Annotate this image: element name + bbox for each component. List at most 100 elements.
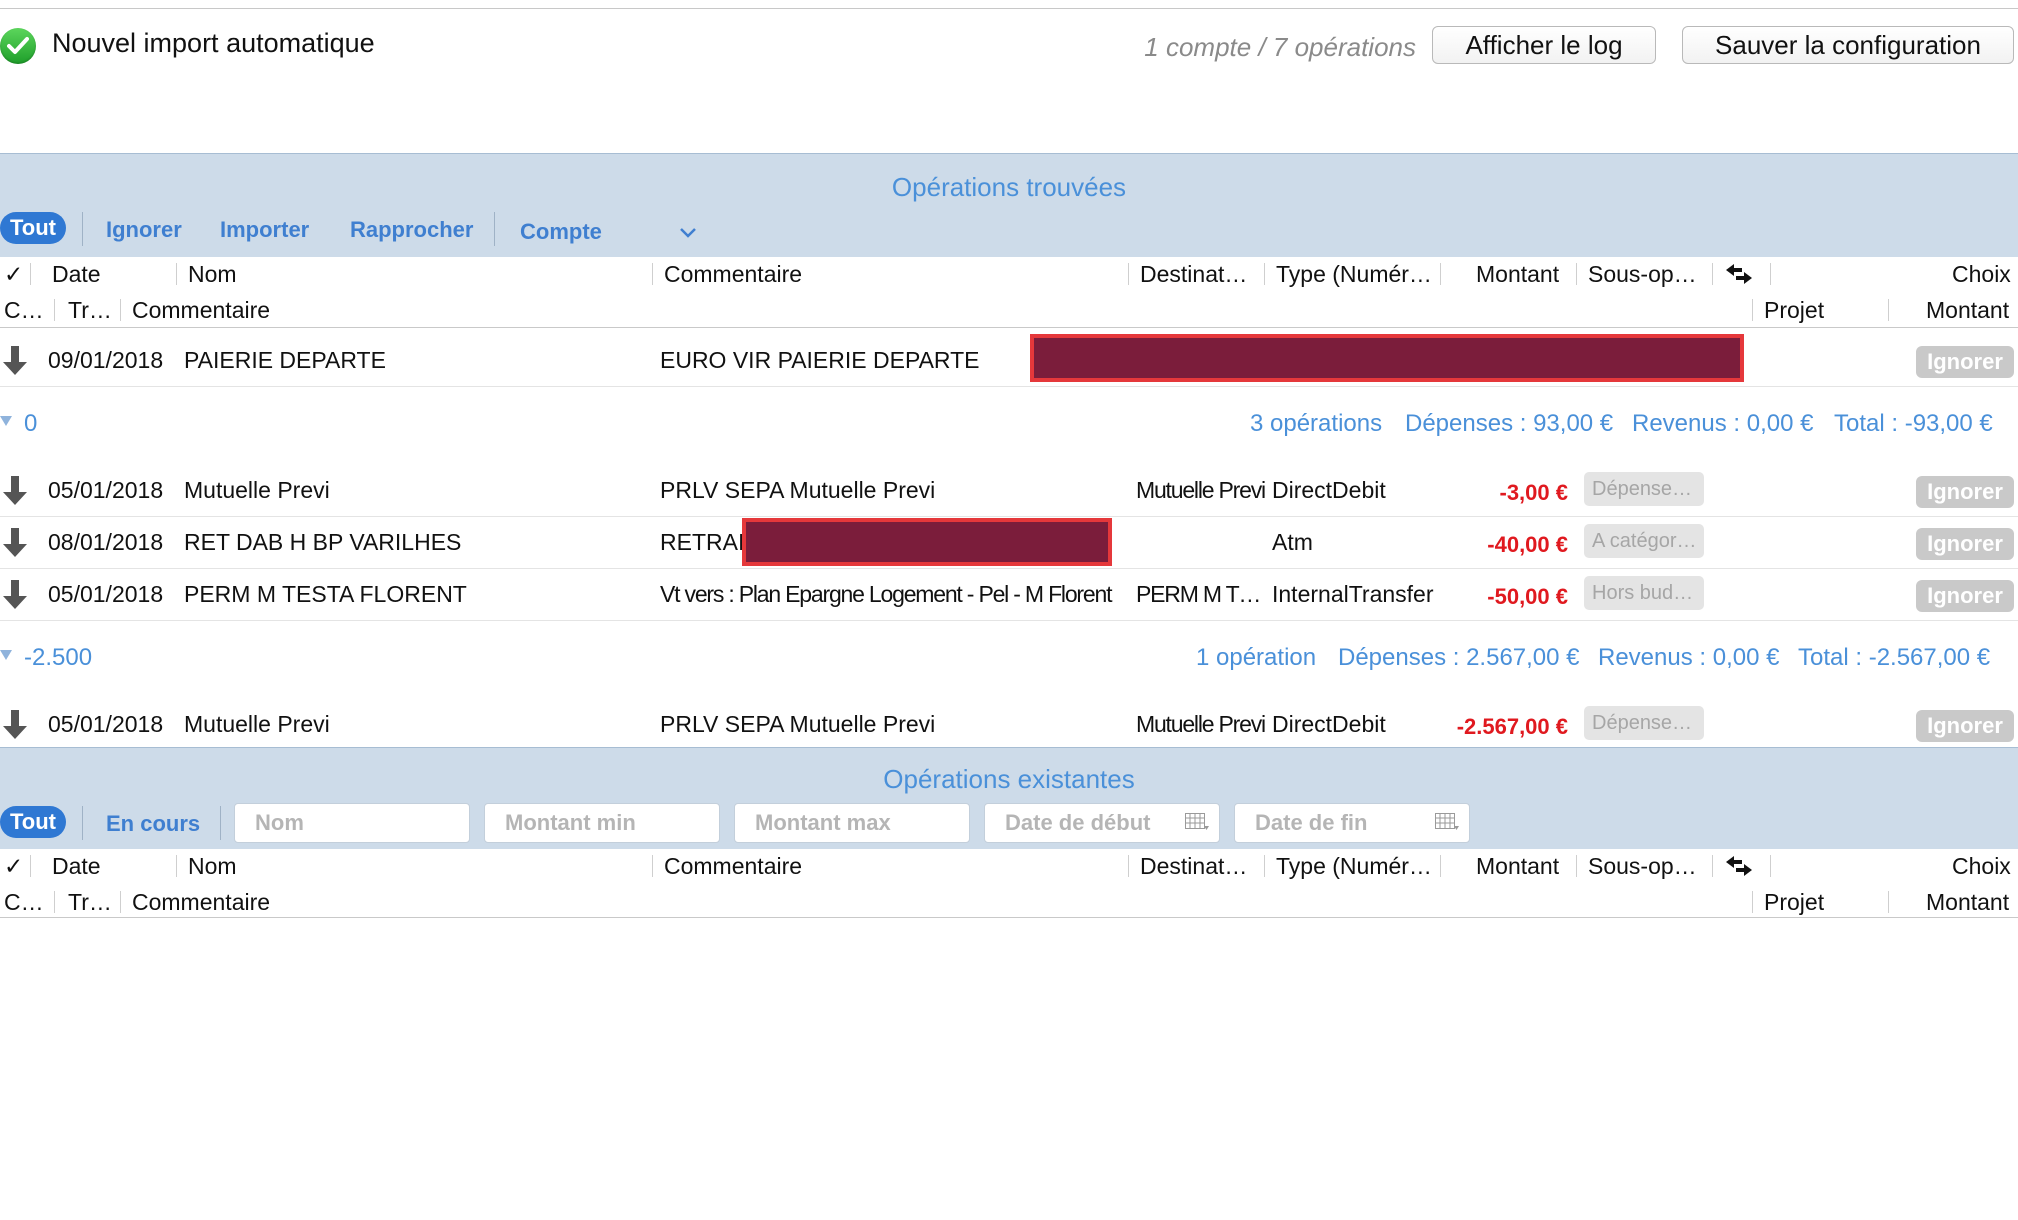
category-select[interactable]: Dépense… <box>1584 472 1704 506</box>
col-project[interactable]: Projet <box>1764 297 1824 324</box>
calendar-icon[interactable] <box>1435 813 1459 831</box>
import-arrow-icon[interactable] <box>2 346 28 376</box>
table-row[interactable]: 09/01/2018 PAIERIE DEPARTE EURO VIR PAIE… <box>0 334 2018 387</box>
col-recipient[interactable]: Destinat… <box>1140 853 1247 880</box>
row-date: 08/01/2018 <box>48 529 164 555</box>
filter-import-tab[interactable]: Importer <box>220 217 309 243</box>
amount-min-input[interactable]: Montant min <box>484 803 720 843</box>
redacted-area <box>742 518 1112 566</box>
ignore-button[interactable]: Ignorer <box>1916 476 2014 508</box>
col-amount[interactable]: Montant <box>1476 853 1559 880</box>
calendar-icon[interactable] <box>1185 813 1209 831</box>
start-date-placeholder: Date de début <box>1005 810 1151 835</box>
col-category[interactable]: C… <box>4 889 44 916</box>
show-log-button[interactable]: Afficher le log <box>1432 26 1656 64</box>
col-subcomment[interactable]: Commentaire <box>132 889 270 916</box>
existing-operations-title: Opérations existantes <box>883 764 1135 794</box>
filter-reconcile-tab[interactable]: Rapprocher <box>350 217 473 243</box>
import-arrow-icon[interactable] <box>2 528 28 558</box>
import-arrow-icon[interactable] <box>2 476 28 506</box>
name-filter-input[interactable]: Nom <box>234 803 470 843</box>
redacted-area <box>1030 334 1744 382</box>
filter-all-tab[interactable]: Tout <box>0 212 67 244</box>
column-divider <box>1128 855 1129 877</box>
row-amount: -2.567,00 € <box>1456 714 1568 739</box>
column-divider <box>54 891 55 913</box>
col-choice[interactable]: Choix <box>1952 261 2011 288</box>
ignore-button[interactable]: Ignorer <box>1916 580 2014 612</box>
col-comment[interactable]: Commentaire <box>664 261 802 288</box>
segment-divider <box>494 212 495 246</box>
table-row[interactable]: 05/01/2018 PERM M TESTA FLORENT Vt vers … <box>0 568 2018 621</box>
segment-divider <box>82 806 83 840</box>
group-header[interactable]: -2.500 1 opération Dépenses : 2.567,00 €… <box>0 628 2018 690</box>
col-subop[interactable]: Sous-op… <box>1588 261 1697 288</box>
row-recipient: PERM M T… <box>1136 581 1261 607</box>
column-divider <box>1712 855 1713 877</box>
col-subamount[interactable]: Montant <box>1926 889 2009 916</box>
ignore-button[interactable]: Ignorer <box>1916 528 2014 560</box>
column-divider <box>1128 263 1129 285</box>
col-choice[interactable]: Choix <box>1952 853 2011 880</box>
col-type[interactable]: Type (Numér… <box>1276 853 1432 880</box>
chevron-down-icon[interactable] <box>680 228 696 238</box>
swap-arrows-icon[interactable] <box>1724 855 1754 877</box>
category-select[interactable]: Hors bud… <box>1584 576 1704 610</box>
top-divider <box>0 8 2018 9</box>
group-label: 0 <box>24 410 38 437</box>
col-name[interactable]: Nom <box>188 853 237 880</box>
table-row[interactable]: 05/01/2018 Mutuelle Previ PRLV SEPA Mutu… <box>0 464 2018 517</box>
account-select[interactable]: Compte <box>520 219 602 245</box>
end-date-placeholder: Date de fin <box>1255 810 1368 835</box>
col-subamount[interactable]: Montant <box>1926 297 2009 324</box>
col-project[interactable]: Projet <box>1764 889 1824 916</box>
col-name[interactable]: Nom <box>188 261 237 288</box>
swap-arrows-icon[interactable] <box>1724 263 1754 285</box>
col-check[interactable]: ✓ <box>4 853 23 880</box>
segment-divider <box>82 212 83 246</box>
filter-pending-tab[interactable]: En cours <box>106 811 200 837</box>
row-amount: -3,00 € <box>1499 480 1569 505</box>
row-recipient: Mutuelle Previ <box>1136 477 1266 503</box>
filter-all-tab[interactable]: Tout <box>0 806 67 838</box>
end-date-input[interactable]: Date de fin <box>1234 803 1470 843</box>
segment-divider <box>220 806 221 840</box>
col-transfer[interactable]: Tr… <box>68 889 112 916</box>
group-ops-count: 3 opérations <box>1250 410 1383 437</box>
ignore-button[interactable]: Ignorer <box>1916 346 2014 378</box>
row-comment: EURO VIR PAIERIE DEPARTE <box>660 347 980 373</box>
col-amount[interactable]: Montant <box>1476 261 1559 288</box>
column-divider <box>1576 855 1577 877</box>
column-divider <box>1770 855 1771 877</box>
col-date[interactable]: Date <box>52 853 101 880</box>
col-subcomment[interactable]: Commentaire <box>132 297 270 324</box>
disclosure-triangle-icon[interactable] <box>0 650 12 660</box>
table-row[interactable]: 08/01/2018 RET DAB H BP VARILHES RETRAIT… <box>0 516 2018 569</box>
save-configuration-button[interactable]: Sauver la configuration <box>1682 26 2014 64</box>
disclosure-triangle-icon[interactable] <box>0 416 12 426</box>
filter-ignore-tab[interactable]: Ignorer <box>106 217 182 243</box>
column-divider <box>1712 263 1713 285</box>
table-row[interactable]: 05/01/2018 Mutuelle Previ PRLV SEPA Mutu… <box>0 698 2018 750</box>
category-select[interactable]: Dépense… <box>1584 706 1704 740</box>
start-date-input[interactable]: Date de début <box>984 803 1220 843</box>
group-income: Revenus : 0,00 € <box>1632 410 1814 437</box>
ignore-button[interactable]: Ignorer <box>1916 710 2014 742</box>
row-comment: PRLV SEPA Mutuelle Previ <box>660 711 936 737</box>
import-counts: 1 compte / 7 opérations <box>1144 32 1416 62</box>
import-arrow-icon[interactable] <box>2 710 28 740</box>
row-type: DirectDebit <box>1272 477 1386 503</box>
col-transfer[interactable]: Tr… <box>68 297 112 324</box>
category-select[interactable]: A catégor… <box>1584 524 1704 558</box>
col-type[interactable]: Type (Numér… <box>1276 261 1432 288</box>
col-subop[interactable]: Sous-op… <box>1588 853 1697 880</box>
found-operations-title: Opérations trouvées <box>891 172 1127 202</box>
col-recipient[interactable]: Destinat… <box>1140 261 1247 288</box>
col-comment[interactable]: Commentaire <box>664 853 802 880</box>
col-check[interactable]: ✓ <box>4 261 23 288</box>
group-header[interactable]: 0 3 opérations Dépenses : 93,00 € Revenu… <box>0 394 2018 456</box>
col-category[interactable]: C… <box>4 297 44 324</box>
amount-max-input[interactable]: Montant max <box>734 803 970 843</box>
import-arrow-icon[interactable] <box>2 580 28 610</box>
col-date[interactable]: Date <box>52 261 101 288</box>
